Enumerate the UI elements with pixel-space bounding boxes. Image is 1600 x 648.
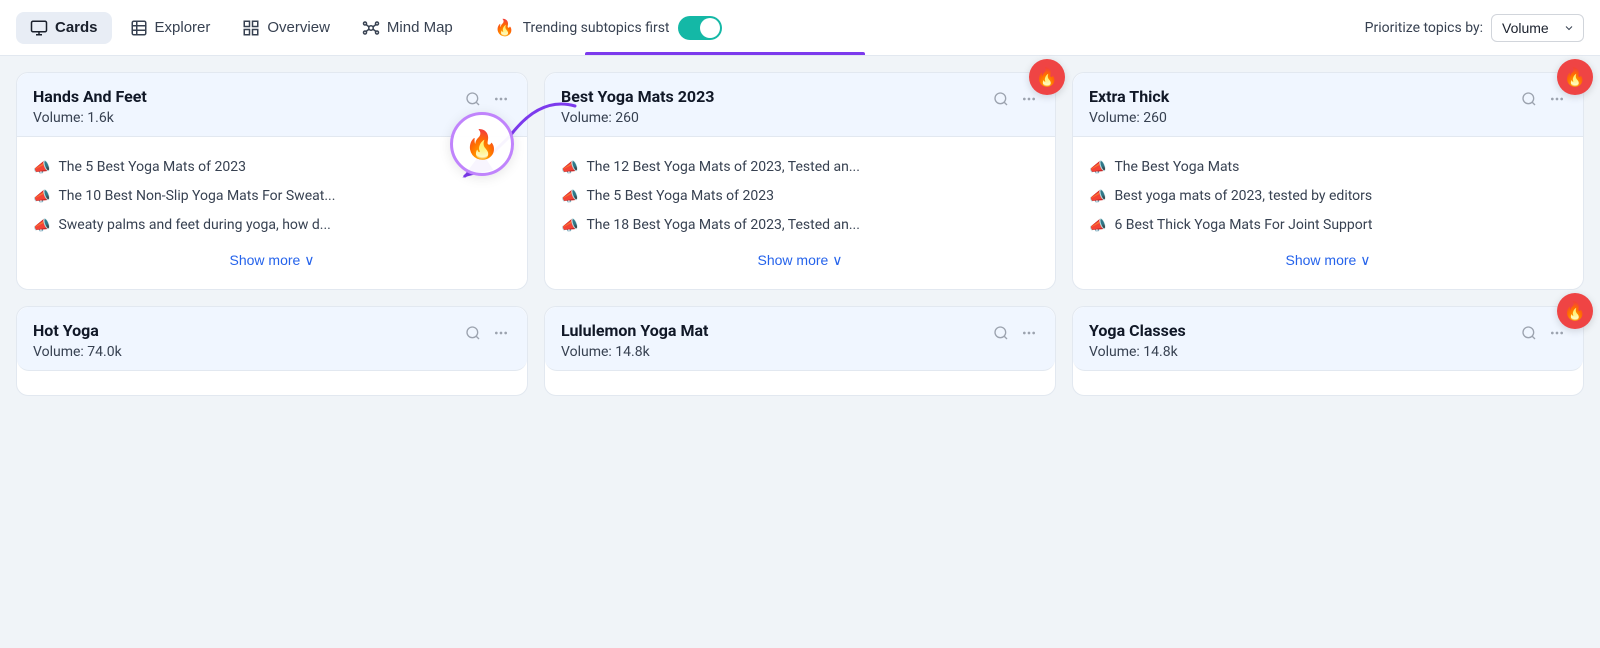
megaphone-icon: 📣 [1089,218,1106,234]
flame-icon-trending: 🔥 [495,18,515,37]
search-button-hands-and-feet[interactable] [463,89,483,109]
tab-cards[interactable]: Cards [16,12,112,44]
list-item: 📣 Best yoga mats of 2023, tested by edit… [1089,182,1567,211]
card-header-yoga-classes: Yoga Classes Volume: 14.8k [1073,307,1583,371]
card-volume-yoga-classes: Volume: 14.8k [1089,344,1519,360]
overview-icon [242,19,260,37]
search-button-yoga-classes[interactable] [1519,323,1539,343]
tab-mindmap[interactable]: Mind Map [348,12,467,44]
megaphone-icon: 📣 [561,189,578,205]
megaphone-icon: 📣 [33,189,50,205]
list-item: 📣 Sweaty palms and feet during yoga, how… [33,211,511,240]
search-button-lululemon[interactable] [991,323,1011,343]
card-body-extra-thick: 📣 The Best Yoga Mats 📣 Best yoga mats of… [1073,137,1583,289]
card-title-yoga-classes: Yoga Classes [1089,321,1519,340]
main-content: 🔥 Hands And Feet Volume: 1.6k [0,56,1600,412]
card-header-extra-thick: Extra Thick Volume: 260 [1073,73,1583,137]
trending-toggle[interactable] [678,16,722,40]
card-hands-and-feet: Hands And Feet Volume: 1.6k [16,72,528,290]
show-more-best-yoga-mats[interactable]: Show more ∨ [561,240,1039,273]
card-best-yoga-mats: 🔥 Best Yoga Mats 2023 Volume: 260 [544,72,1056,290]
card-body-hands-and-feet: 📣 The 5 Best Yoga Mats of 2023 📣 The 10 … [17,137,527,289]
card-title-lululemon: Lululemon Yoga Mat [561,321,991,340]
card-header-hot-yoga: Hot Yoga Volume: 74.0k [17,307,527,371]
megaphone-icon: 📣 [33,160,50,176]
card-extra-thick: 🔥 Extra Thick Volume: 260 [1072,72,1584,290]
card-header-hands-and-feet: Hands And Feet Volume: 1.6k [17,73,527,137]
flame-circle-annotation: 🔥 [450,112,514,176]
more-button-hot-yoga[interactable] [491,323,511,343]
card-title-best-yoga-mats: Best Yoga Mats 2023 [561,87,991,106]
flame-badge-extra-thick: 🔥 [1557,59,1593,95]
list-item: 📣 The Best Yoga Mats [1089,153,1567,182]
prioritize-select[interactable]: Volume Trend Difficulty [1491,14,1584,42]
card-volume-lululemon: Volume: 14.8k [561,344,991,360]
card-title-extra-thick: Extra Thick [1089,87,1519,106]
list-item: 📣 6 Best Thick Yoga Mats For Joint Suppo… [1089,211,1567,240]
trending-section: 🔥 Trending subtopics first [495,16,722,40]
card-title-hands-and-feet: Hands And Feet [33,87,463,106]
list-item: 📣 The 12 Best Yoga Mats of 2023, Tested … [561,153,1039,182]
card-volume-extra-thick: Volume: 260 [1089,110,1519,126]
cards-grid: Hands And Feet Volume: 1.6k [16,72,1584,396]
trending-label: Trending subtopics first [523,20,670,36]
card-volume-hot-yoga: Volume: 74.0k [33,344,463,360]
megaphone-icon: 📣 [561,218,578,234]
card-hot-yoga: Hot Yoga Volume: 74.0k [16,306,528,396]
more-button-yoga-classes[interactable] [1547,323,1567,343]
card-volume-hands-and-feet: Volume: 1.6k [33,110,463,126]
search-button-extra-thick[interactable] [1519,89,1539,109]
card-header-lululemon: Lululemon Yoga Mat Volume: 14.8k [545,307,1055,371]
more-button-hands-and-feet[interactable] [491,89,511,109]
prioritize-label: Prioritize topics by: [1365,20,1483,36]
flame-badge-best-yoga-mats: 🔥 [1029,59,1065,95]
flame-annotation-icon: 🔥 [465,128,500,161]
more-button-best-yoga-mats[interactable] [1019,89,1039,109]
table-icon [130,19,148,37]
list-item: 📣 The 5 Best Yoga Mats of 2023 [561,182,1039,211]
more-button-lululemon[interactable] [1019,323,1039,343]
prioritize-section: Prioritize topics by: Volume Trend Diffi… [1365,14,1584,42]
tab-explorer[interactable]: Explorer [116,12,225,44]
list-item: 📣 The 5 Best Yoga Mats of 2023 [33,153,511,182]
mindmap-icon [362,19,380,37]
card-volume-best-yoga-mats: Volume: 260 [561,110,991,126]
megaphone-icon: 📣 [561,160,578,176]
megaphone-icon: 📣 [1089,189,1106,205]
top-navigation: Cards Explorer Overview [0,0,1600,56]
show-more-extra-thick[interactable]: Show more ∨ [1089,240,1567,273]
card-lululemon: Lululemon Yoga Mat Volume: 14.8k [544,306,1056,396]
more-button-extra-thick[interactable] [1547,89,1567,109]
list-item: 📣 The 10 Best Non-Slip Yoga Mats For Swe… [33,182,511,211]
megaphone-icon: 📣 [33,218,50,234]
card-yoga-classes: 🔥 Yoga Classes Volume: 14.8k [1072,306,1584,396]
megaphone-icon: 📣 [1089,160,1106,176]
search-button-hot-yoga[interactable] [463,323,483,343]
card-body-best-yoga-mats: 📣 The 12 Best Yoga Mats of 2023, Tested … [545,137,1055,289]
cards-icon [30,19,48,37]
card-title-hot-yoga: Hot Yoga [33,321,463,340]
flame-badge-yoga-classes: 🔥 [1557,293,1593,329]
tab-overview[interactable]: Overview [228,12,344,44]
list-item: 📣 The 18 Best Yoga Mats of 2023, Tested … [561,211,1039,240]
trending-underline [585,52,865,55]
card-header-best-yoga-mats: Best Yoga Mats 2023 Volume: 260 [545,73,1055,137]
show-more-hands-and-feet[interactable]: Show more ∨ [33,240,511,273]
search-button-best-yoga-mats[interactable] [991,89,1011,109]
